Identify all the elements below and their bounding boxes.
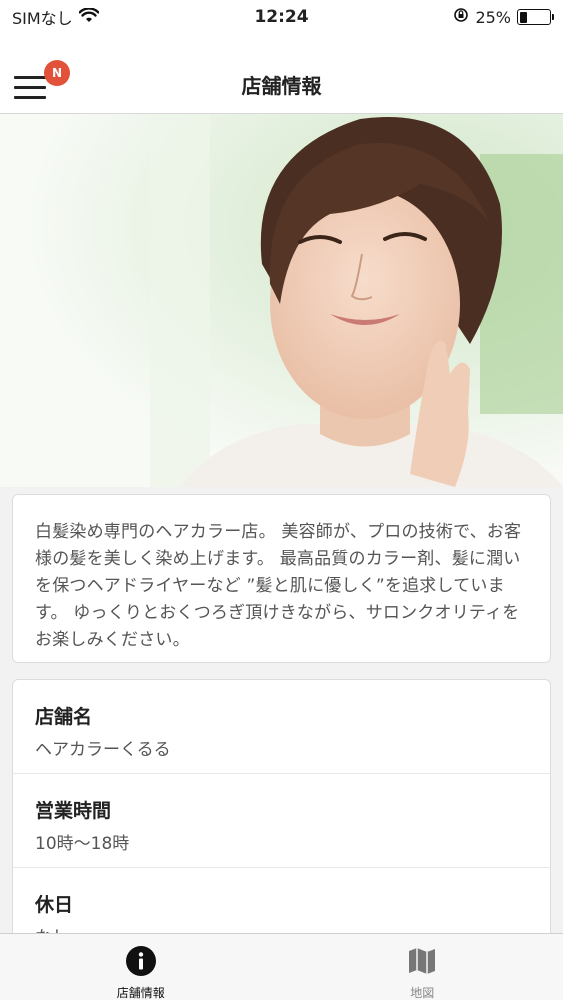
info-value: 10時〜18時 [35,834,130,854]
info-item-shop-name: 店舗名 ヘアカラーくるる [13,680,550,774]
woman-portrait-photo [0,114,563,487]
nav-bar: N 店舗情報 [0,34,563,114]
info-label: 休日 [35,894,74,916]
status-bar: SIMなし 12:24 25% [0,0,563,34]
battery-level [519,11,527,23]
shop-description: 白髪染め専門のヘアカラー店。 美容師が、プロの技術で、お客様の髪を美しく染め上げ… [35,522,522,650]
battery-percent: 25% [475,7,511,27]
tab-bar: 店舗情報 地図 [0,933,563,1000]
info-icon [125,946,156,980]
info-item-business-hours: 営業時間 10時〜18時 [13,774,550,868]
tab-label: 地図 [410,986,435,1000]
battery-icon [517,9,554,25]
orientation-lock-icon [453,7,469,27]
tab-map[interactable]: 地図 [282,934,563,1000]
status-right: 25% [453,7,554,27]
carrier-label: SIMなし [12,9,73,28]
map-icon [407,946,437,980]
page-title: 店舗情報 [241,74,322,98]
tab-label: 店舗情報 [116,986,165,1000]
info-label: 営業時間 [35,800,112,822]
hero-photo [0,114,563,487]
status-left: SIMなし [12,5,100,29]
info-label: 店舗名 [35,706,93,728]
description-card: 白髪染め専門のヘアカラー店。 美容師が、プロの技術で、お客様の髪を美しく染め上げ… [12,494,551,663]
info-value: ヘアカラーくるる [35,740,171,760]
wifi-icon [78,6,100,27]
tab-shop-info[interactable]: 店舗情報 [0,934,282,1000]
app-screen: SIMなし 12:24 25% N 店舗情報 白髪染め専門のヘアカラー店。 美容… [0,0,563,1000]
